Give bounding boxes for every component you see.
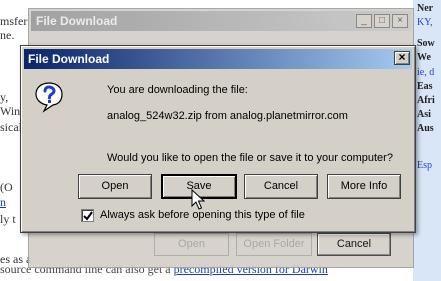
close-icon[interactable]: × [394, 51, 410, 65]
bg-right-text: We [417, 52, 431, 63]
bg-left-text: msfer [0, 14, 28, 28]
back-window-title: File Download [36, 14, 118, 28]
bg-left-text: (O [0, 180, 13, 194]
question-icon [33, 81, 65, 113]
dialog-title: File Download [28, 52, 110, 66]
back-window-controls: _ □ × [356, 14, 408, 28]
cancel-button[interactable]: Cancel [244, 174, 318, 199]
maximize-icon[interactable]: □ [374, 14, 390, 28]
back-window-titlebar: File Download _ □ × [31, 11, 411, 31]
bg-right-text: Eas [417, 81, 433, 92]
checkmark-icon [83, 211, 93, 221]
bg-right-text: Afri [417, 95, 435, 106]
always-ask-checkbox[interactable] [81, 209, 94, 222]
bg-right-text: Aus [417, 123, 434, 134]
bg-right-link[interactable]: Esp [417, 160, 432, 171]
minimize-icon[interactable]: _ [356, 14, 372, 28]
back-open-button[interactable]: Open [154, 233, 229, 256]
file-download-dialog: File Download × You are downloading the … [20, 45, 416, 233]
file-name-text: analog_524w32.zip from analog.planetmirr… [107, 110, 348, 122]
bg-right-text: Sow [417, 38, 435, 49]
bg-right-link[interactable]: KY, [417, 17, 433, 28]
back-cancel-button[interactable]: Cancel [317, 233, 391, 256]
bg-right-link[interactable]: ie, d [417, 67, 434, 78]
background-right-column: Ner KY, Sow We ie, d Eas Afri Asi Aus Es… [413, 0, 441, 281]
mouse-pointer-icon [191, 188, 206, 211]
back-open-folder-button[interactable]: Open Folder [236, 233, 312, 256]
more-info-button[interactable]: More Info [327, 174, 401, 199]
open-or-save-question: Would you like to open the file or save … [107, 152, 393, 164]
bg-right-text: Asi [417, 109, 431, 120]
bg-left-text: ne. [0, 28, 15, 42]
bg-right-text: Ner [417, 3, 434, 14]
bg-left-link[interactable]: n [0, 195, 6, 210]
close-icon[interactable]: × [392, 14, 408, 28]
downloading-label: You are downloading the file: [107, 84, 248, 96]
open-button[interactable]: Open [78, 174, 152, 199]
bg-left-text: y, [0, 90, 9, 104]
dialog-titlebar[interactable]: File Download × [24, 49, 412, 69]
bg-left-text: ly t [0, 212, 16, 226]
